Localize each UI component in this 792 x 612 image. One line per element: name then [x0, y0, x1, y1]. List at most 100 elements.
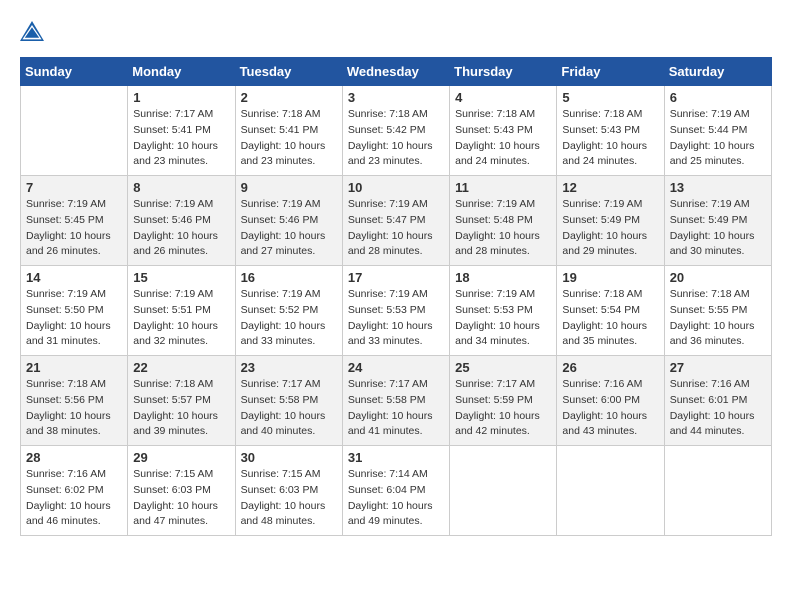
day-number: 29 [133, 450, 229, 465]
day-info: Sunrise: 7:18 AMSunset: 5:41 PMDaylight:… [241, 108, 326, 167]
calendar-cell: 17 Sunrise: 7:19 AMSunset: 5:53 PMDaylig… [342, 266, 449, 356]
calendar-cell [21, 86, 128, 176]
calendar-cell: 9 Sunrise: 7:19 AMSunset: 5:46 PMDayligh… [235, 176, 342, 266]
day-info: Sunrise: 7:16 AMSunset: 6:00 PMDaylight:… [562, 378, 647, 437]
day-number: 21 [26, 360, 122, 375]
calendar-cell: 15 Sunrise: 7:19 AMSunset: 5:51 PMDaylig… [128, 266, 235, 356]
day-info: Sunrise: 7:19 AMSunset: 5:49 PMDaylight:… [670, 198, 755, 257]
day-header-saturday: Saturday [664, 58, 771, 86]
day-info: Sunrise: 7:19 AMSunset: 5:46 PMDaylight:… [133, 198, 218, 257]
calendar-cell: 30 Sunrise: 7:15 AMSunset: 6:03 PMDaylig… [235, 446, 342, 536]
calendar-cell: 1 Sunrise: 7:17 AMSunset: 5:41 PMDayligh… [128, 86, 235, 176]
day-info: Sunrise: 7:18 AMSunset: 5:57 PMDaylight:… [133, 378, 218, 437]
calendar-week-row: 1 Sunrise: 7:17 AMSunset: 5:41 PMDayligh… [21, 86, 772, 176]
day-info: Sunrise: 7:14 AMSunset: 6:04 PMDaylight:… [348, 468, 433, 527]
day-info: Sunrise: 7:19 AMSunset: 5:50 PMDaylight:… [26, 288, 111, 347]
day-number: 12 [562, 180, 658, 195]
day-number: 20 [670, 270, 766, 285]
day-number: 2 [241, 90, 337, 105]
day-info: Sunrise: 7:18 AMSunset: 5:43 PMDaylight:… [562, 108, 647, 167]
calendar-cell: 31 Sunrise: 7:14 AMSunset: 6:04 PMDaylig… [342, 446, 449, 536]
calendar-cell: 24 Sunrise: 7:17 AMSunset: 5:58 PMDaylig… [342, 356, 449, 446]
calendar-cell [557, 446, 664, 536]
day-number: 25 [455, 360, 551, 375]
day-info: Sunrise: 7:18 AMSunset: 5:55 PMDaylight:… [670, 288, 755, 347]
calendar-cell: 19 Sunrise: 7:18 AMSunset: 5:54 PMDaylig… [557, 266, 664, 356]
day-info: Sunrise: 7:16 AMSunset: 6:01 PMDaylight:… [670, 378, 755, 437]
calendar-cell: 3 Sunrise: 7:18 AMSunset: 5:42 PMDayligh… [342, 86, 449, 176]
day-number: 18 [455, 270, 551, 285]
day-info: Sunrise: 7:17 AMSunset: 5:58 PMDaylight:… [348, 378, 433, 437]
day-info: Sunrise: 7:19 AMSunset: 5:51 PMDaylight:… [133, 288, 218, 347]
day-number: 6 [670, 90, 766, 105]
day-number: 1 [133, 90, 229, 105]
day-number: 11 [455, 180, 551, 195]
day-header-friday: Friday [557, 58, 664, 86]
day-number: 16 [241, 270, 337, 285]
day-info: Sunrise: 7:19 AMSunset: 5:44 PMDaylight:… [670, 108, 755, 167]
calendar-cell: 8 Sunrise: 7:19 AMSunset: 5:46 PMDayligh… [128, 176, 235, 266]
calendar-week-row: 14 Sunrise: 7:19 AMSunset: 5:50 PMDaylig… [21, 266, 772, 356]
day-number: 5 [562, 90, 658, 105]
day-info: Sunrise: 7:19 AMSunset: 5:48 PMDaylight:… [455, 198, 540, 257]
calendar-cell [450, 446, 557, 536]
calendar-cell: 16 Sunrise: 7:19 AMSunset: 5:52 PMDaylig… [235, 266, 342, 356]
calendar-header-row: SundayMondayTuesdayWednesdayThursdayFrid… [21, 58, 772, 86]
calendar-cell: 18 Sunrise: 7:19 AMSunset: 5:53 PMDaylig… [450, 266, 557, 356]
day-number: 27 [670, 360, 766, 375]
day-info: Sunrise: 7:17 AMSunset: 5:58 PMDaylight:… [241, 378, 326, 437]
calendar-week-row: 21 Sunrise: 7:18 AMSunset: 5:56 PMDaylig… [21, 356, 772, 446]
day-number: 13 [670, 180, 766, 195]
day-number: 26 [562, 360, 658, 375]
day-number: 10 [348, 180, 444, 195]
calendar-cell: 26 Sunrise: 7:16 AMSunset: 6:00 PMDaylig… [557, 356, 664, 446]
day-number: 15 [133, 270, 229, 285]
day-info: Sunrise: 7:18 AMSunset: 5:43 PMDaylight:… [455, 108, 540, 167]
calendar-cell: 4 Sunrise: 7:18 AMSunset: 5:43 PMDayligh… [450, 86, 557, 176]
calendar-cell [664, 446, 771, 536]
day-header-thursday: Thursday [450, 58, 557, 86]
day-number: 23 [241, 360, 337, 375]
day-number: 30 [241, 450, 337, 465]
day-info: Sunrise: 7:19 AMSunset: 5:53 PMDaylight:… [348, 288, 433, 347]
day-number: 14 [26, 270, 122, 285]
day-number: 9 [241, 180, 337, 195]
day-header-tuesday: Tuesday [235, 58, 342, 86]
day-info: Sunrise: 7:19 AMSunset: 5:52 PMDaylight:… [241, 288, 326, 347]
day-info: Sunrise: 7:17 AMSunset: 5:41 PMDaylight:… [133, 108, 218, 167]
logo-icon [20, 21, 44, 41]
day-header-sunday: Sunday [21, 58, 128, 86]
day-info: Sunrise: 7:16 AMSunset: 6:02 PMDaylight:… [26, 468, 111, 527]
day-number: 24 [348, 360, 444, 375]
day-info: Sunrise: 7:19 AMSunset: 5:46 PMDaylight:… [241, 198, 326, 257]
calendar-cell: 22 Sunrise: 7:18 AMSunset: 5:57 PMDaylig… [128, 356, 235, 446]
day-info: Sunrise: 7:18 AMSunset: 5:54 PMDaylight:… [562, 288, 647, 347]
day-info: Sunrise: 7:19 AMSunset: 5:53 PMDaylight:… [455, 288, 540, 347]
day-number: 3 [348, 90, 444, 105]
calendar-week-row: 28 Sunrise: 7:16 AMSunset: 6:02 PMDaylig… [21, 446, 772, 536]
calendar-cell: 29 Sunrise: 7:15 AMSunset: 6:03 PMDaylig… [128, 446, 235, 536]
calendar-cell: 11 Sunrise: 7:19 AMSunset: 5:48 PMDaylig… [450, 176, 557, 266]
day-number: 31 [348, 450, 444, 465]
calendar-cell: 21 Sunrise: 7:18 AMSunset: 5:56 PMDaylig… [21, 356, 128, 446]
day-number: 22 [133, 360, 229, 375]
day-info: Sunrise: 7:19 AMSunset: 5:49 PMDaylight:… [562, 198, 647, 257]
calendar-cell: 14 Sunrise: 7:19 AMSunset: 5:50 PMDaylig… [21, 266, 128, 356]
day-info: Sunrise: 7:17 AMSunset: 5:59 PMDaylight:… [455, 378, 540, 437]
day-info: Sunrise: 7:19 AMSunset: 5:45 PMDaylight:… [26, 198, 111, 257]
day-header-wednesday: Wednesday [342, 58, 449, 86]
calendar-cell: 12 Sunrise: 7:19 AMSunset: 5:49 PMDaylig… [557, 176, 664, 266]
calendar-cell: 5 Sunrise: 7:18 AMSunset: 5:43 PMDayligh… [557, 86, 664, 176]
day-number: 28 [26, 450, 122, 465]
calendar-cell: 6 Sunrise: 7:19 AMSunset: 5:44 PMDayligh… [664, 86, 771, 176]
calendar-cell: 13 Sunrise: 7:19 AMSunset: 5:49 PMDaylig… [664, 176, 771, 266]
day-info: Sunrise: 7:18 AMSunset: 5:42 PMDaylight:… [348, 108, 433, 167]
day-number: 19 [562, 270, 658, 285]
day-info: Sunrise: 7:15 AMSunset: 6:03 PMDaylight:… [241, 468, 326, 527]
header [20, 20, 772, 41]
day-number: 4 [455, 90, 551, 105]
calendar-cell: 2 Sunrise: 7:18 AMSunset: 5:41 PMDayligh… [235, 86, 342, 176]
day-number: 8 [133, 180, 229, 195]
calendar-cell: 25 Sunrise: 7:17 AMSunset: 5:59 PMDaylig… [450, 356, 557, 446]
day-number: 17 [348, 270, 444, 285]
